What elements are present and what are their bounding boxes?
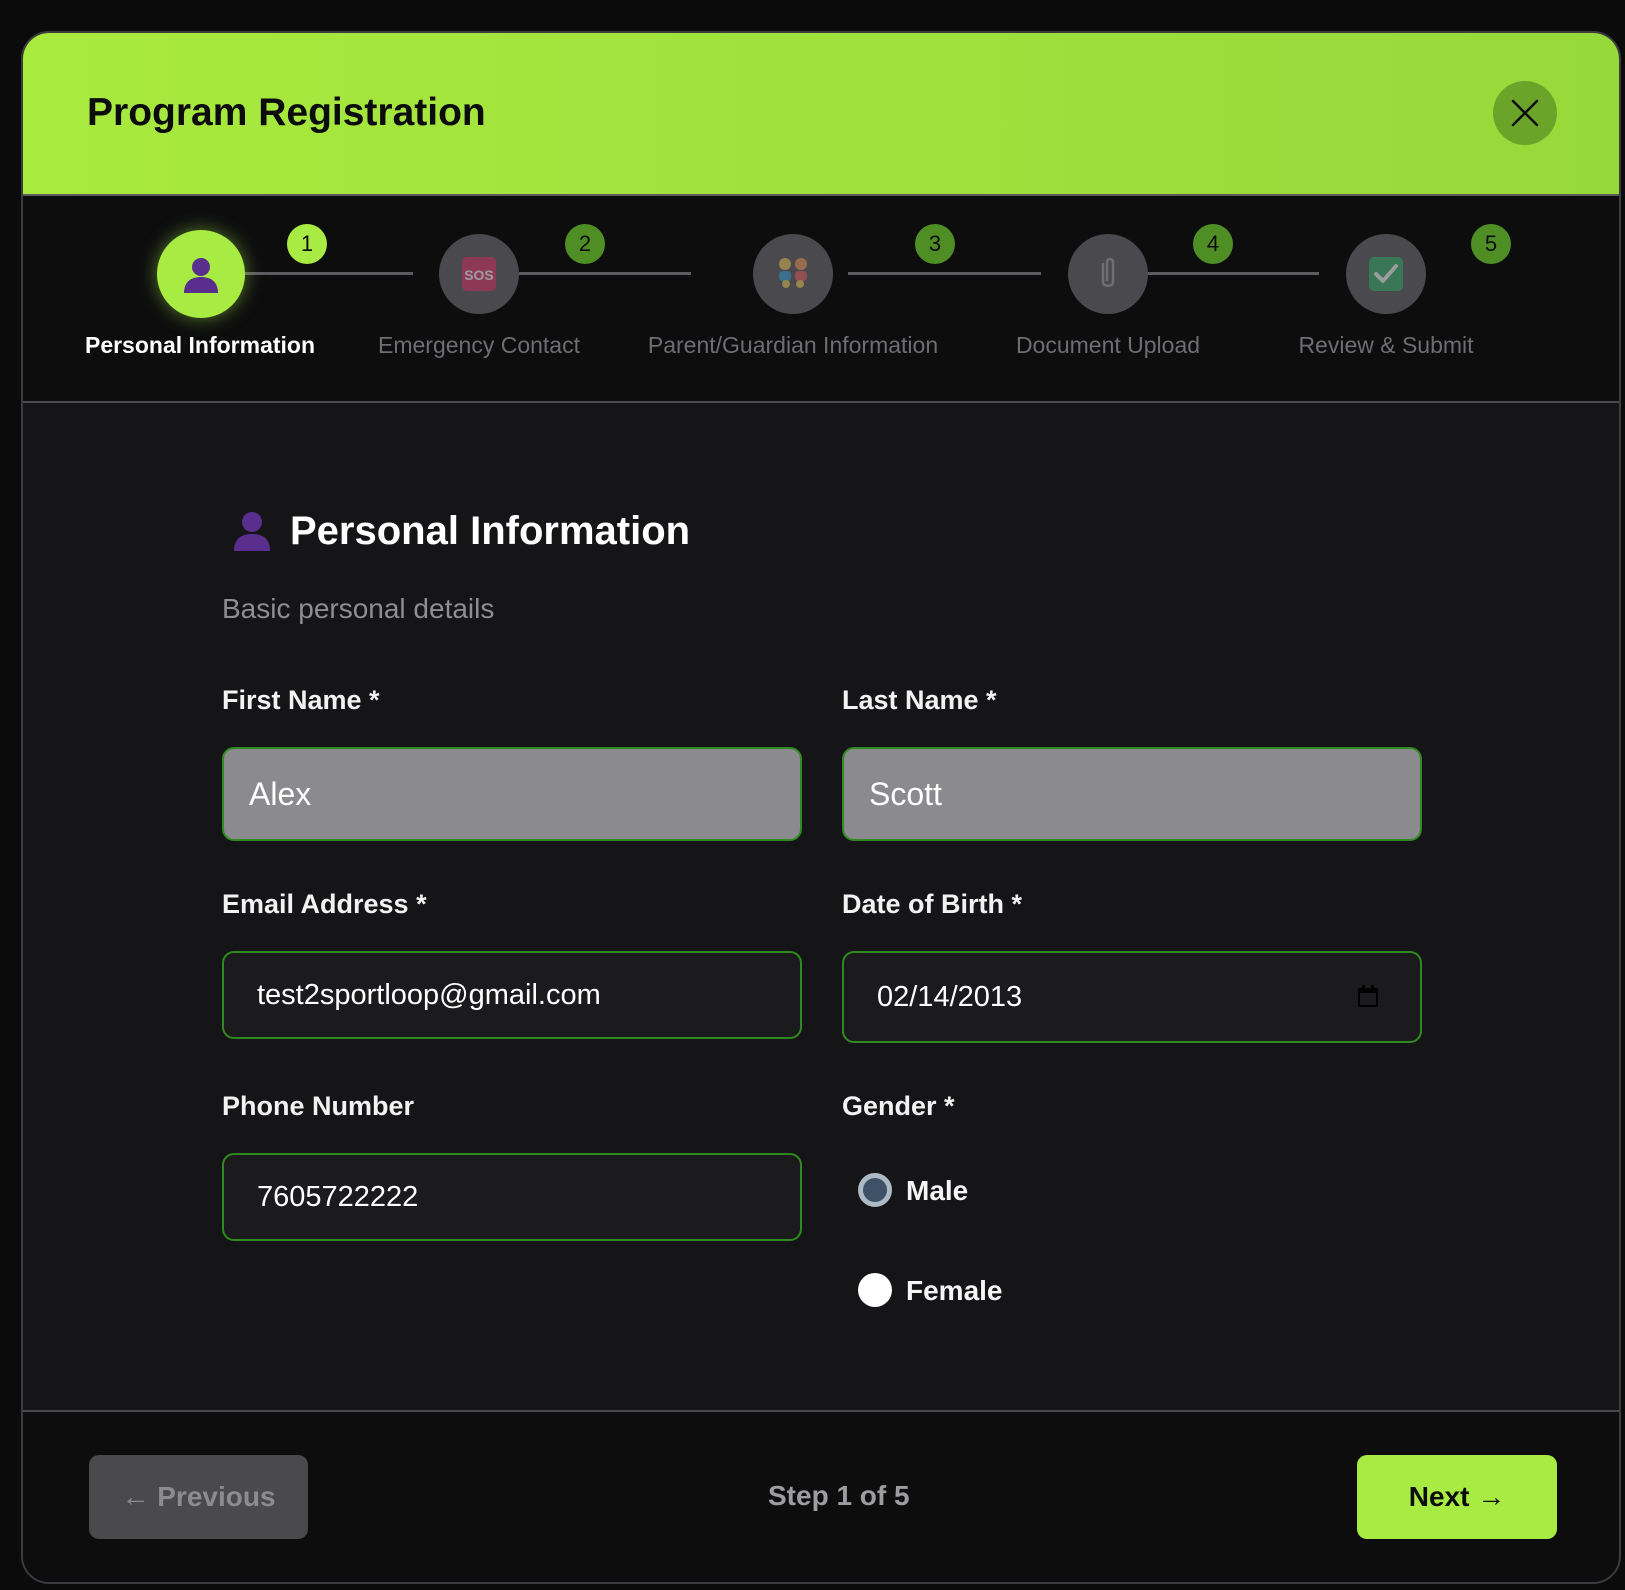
step-3-label[interactable]: Parent/Guardian Information: [648, 332, 938, 359]
gender-label: Gender *: [842, 1091, 955, 1121]
step-2-label[interactable]: Emergency Contact: [378, 332, 580, 359]
step-5-number: 5: [1471, 224, 1511, 264]
modal-header: Program Registration: [23, 33, 1619, 196]
family-icon: [779, 258, 807, 288]
step-3-circle[interactable]: [753, 234, 833, 314]
step-connector: [848, 272, 1041, 275]
previous-button[interactable]: ← Previous: [89, 1455, 308, 1539]
phone-field[interactable]: 7605722222: [222, 1153, 802, 1241]
dob-value: 02/14/2013: [877, 981, 1023, 1013]
step-connector: [243, 272, 413, 275]
gender-female-label[interactable]: Female: [906, 1275, 1003, 1307]
email-field[interactable]: test2sportloop@gmail.com: [222, 951, 802, 1039]
step-indicator: Step 1 of 5: [768, 1480, 910, 1511]
gender-male-radio[interactable]: [858, 1173, 892, 1207]
step-3-number: 3: [915, 224, 955, 264]
step-2-circle[interactable]: SOS: [439, 234, 519, 314]
svg-text:SOS: SOS: [464, 267, 494, 283]
next-button[interactable]: Next →: [1357, 1455, 1557, 1539]
form-content: Personal Information Basic personal deta…: [23, 403, 1619, 1423]
registration-modal: Program Registration 1 Personal Informat…: [21, 31, 1621, 1584]
gender-male-label[interactable]: Male: [906, 1175, 968, 1207]
close-icon: [1511, 99, 1539, 127]
step-4-label[interactable]: Document Upload: [1016, 332, 1200, 359]
modal-footer: ← Previous Step 1 of 5 Next →: [23, 1410, 1619, 1582]
dob-label: Date of Birth *: [842, 889, 1023, 919]
step-2-number: 2: [565, 224, 605, 264]
modal-title: Program Registration: [87, 91, 486, 134]
step-connector: [1141, 272, 1319, 275]
last-name-label: Last Name *: [842, 685, 997, 715]
calendar-icon[interactable]: [1356, 983, 1380, 1009]
step-5-circle[interactable]: [1346, 234, 1426, 314]
step-4-circle[interactable]: [1068, 234, 1148, 314]
step-connector: [516, 272, 691, 275]
progress-stepper: 1 Personal Information SOS 2 Emergency C…: [23, 196, 1619, 403]
dob-field[interactable]: 02/14/2013: [842, 951, 1422, 1043]
step-1-circle[interactable]: [157, 230, 245, 318]
section-subtitle: Basic personal details: [222, 593, 495, 624]
step-1-number: 1: [287, 224, 327, 264]
first-name-field[interactable]: Alex: [222, 747, 802, 841]
person-icon: [184, 258, 218, 293]
sos-icon: SOS: [462, 257, 496, 291]
close-button[interactable]: [1493, 81, 1557, 145]
step-4-number: 4: [1193, 224, 1233, 264]
checkmark-icon: [1369, 257, 1403, 291]
first-name-label: First Name *: [222, 685, 380, 715]
person-icon: [232, 509, 272, 558]
email-label: Email Address *: [222, 889, 427, 919]
last-name-field[interactable]: Scott: [842, 747, 1422, 841]
step-1-label[interactable]: Personal Information: [85, 332, 315, 359]
step-5-label[interactable]: Review & Submit: [1298, 332, 1473, 359]
gender-female-radio[interactable]: [858, 1273, 892, 1307]
paperclip-icon: [1101, 257, 1115, 287]
phone-label: Phone Number: [222, 1091, 415, 1121]
section-title: Personal Information: [290, 509, 691, 553]
